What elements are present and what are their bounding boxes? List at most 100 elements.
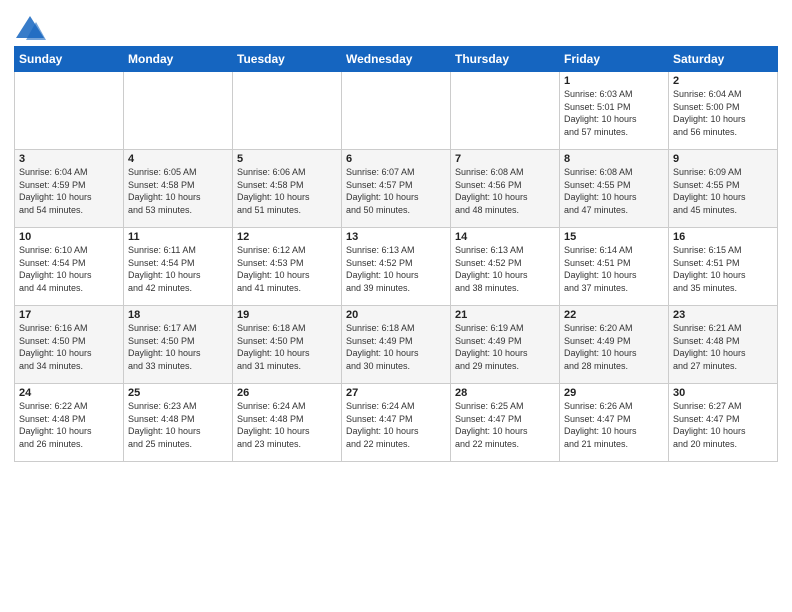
calendar-cell: 5Sunrise: 6:06 AM Sunset: 4:58 PM Daylig… (233, 150, 342, 228)
day-info: Sunrise: 6:08 AM Sunset: 4:56 PM Dayligh… (455, 166, 555, 216)
calendar-cell (342, 72, 451, 150)
calendar-cell: 19Sunrise: 6:18 AM Sunset: 4:50 PM Dayli… (233, 306, 342, 384)
calendar-cell: 29Sunrise: 6:26 AM Sunset: 4:47 PM Dayli… (560, 384, 669, 462)
page-container: SundayMondayTuesdayWednesdayThursdayFrid… (0, 0, 792, 470)
day-number: 22 (564, 309, 664, 321)
day-number: 28 (455, 387, 555, 399)
weekday-header-tuesday: Tuesday (233, 47, 342, 72)
calendar-cell: 25Sunrise: 6:23 AM Sunset: 4:48 PM Dayli… (124, 384, 233, 462)
day-info: Sunrise: 6:19 AM Sunset: 4:49 PM Dayligh… (455, 322, 555, 372)
day-info: Sunrise: 6:06 AM Sunset: 4:58 PM Dayligh… (237, 166, 337, 216)
day-info: Sunrise: 6:05 AM Sunset: 4:58 PM Dayligh… (128, 166, 228, 216)
day-info: Sunrise: 6:09 AM Sunset: 4:55 PM Dayligh… (673, 166, 773, 216)
week-row-5: 24Sunrise: 6:22 AM Sunset: 4:48 PM Dayli… (15, 384, 778, 462)
day-number: 26 (237, 387, 337, 399)
day-number: 6 (346, 153, 446, 165)
day-info: Sunrise: 6:04 AM Sunset: 5:00 PM Dayligh… (673, 88, 773, 138)
calendar-cell (233, 72, 342, 150)
day-info: Sunrise: 6:10 AM Sunset: 4:54 PM Dayligh… (19, 244, 119, 294)
calendar-cell: 22Sunrise: 6:20 AM Sunset: 4:49 PM Dayli… (560, 306, 669, 384)
week-row-2: 3Sunrise: 6:04 AM Sunset: 4:59 PM Daylig… (15, 150, 778, 228)
day-info: Sunrise: 6:03 AM Sunset: 5:01 PM Dayligh… (564, 88, 664, 138)
day-info: Sunrise: 6:13 AM Sunset: 4:52 PM Dayligh… (346, 244, 446, 294)
day-info: Sunrise: 6:24 AM Sunset: 4:47 PM Dayligh… (346, 400, 446, 450)
week-row-1: 1Sunrise: 6:03 AM Sunset: 5:01 PM Daylig… (15, 72, 778, 150)
calendar-cell: 1Sunrise: 6:03 AM Sunset: 5:01 PM Daylig… (560, 72, 669, 150)
calendar-cell: 11Sunrise: 6:11 AM Sunset: 4:54 PM Dayli… (124, 228, 233, 306)
calendar-cell: 28Sunrise: 6:25 AM Sunset: 4:47 PM Dayli… (451, 384, 560, 462)
weekday-header-sunday: Sunday (15, 47, 124, 72)
weekday-header-thursday: Thursday (451, 47, 560, 72)
calendar-cell: 6Sunrise: 6:07 AM Sunset: 4:57 PM Daylig… (342, 150, 451, 228)
calendar-cell: 27Sunrise: 6:24 AM Sunset: 4:47 PM Dayli… (342, 384, 451, 462)
day-number: 12 (237, 231, 337, 243)
header (14, 10, 778, 42)
calendar-cell: 16Sunrise: 6:15 AM Sunset: 4:51 PM Dayli… (669, 228, 778, 306)
weekday-header-friday: Friday (560, 47, 669, 72)
calendar-cell: 21Sunrise: 6:19 AM Sunset: 4:49 PM Dayli… (451, 306, 560, 384)
calendar-cell: 2Sunrise: 6:04 AM Sunset: 5:00 PM Daylig… (669, 72, 778, 150)
calendar-cell: 7Sunrise: 6:08 AM Sunset: 4:56 PM Daylig… (451, 150, 560, 228)
calendar-cell (15, 72, 124, 150)
calendar-cell (124, 72, 233, 150)
day-number: 8 (564, 153, 664, 165)
calendar-cell: 14Sunrise: 6:13 AM Sunset: 4:52 PM Dayli… (451, 228, 560, 306)
calendar-cell: 24Sunrise: 6:22 AM Sunset: 4:48 PM Dayli… (15, 384, 124, 462)
day-info: Sunrise: 6:22 AM Sunset: 4:48 PM Dayligh… (19, 400, 119, 450)
day-number: 9 (673, 153, 773, 165)
day-number: 13 (346, 231, 446, 243)
day-info: Sunrise: 6:16 AM Sunset: 4:50 PM Dayligh… (19, 322, 119, 372)
day-number: 27 (346, 387, 446, 399)
day-number: 2 (673, 75, 773, 87)
day-number: 1 (564, 75, 664, 87)
day-number: 10 (19, 231, 119, 243)
weekday-header-row: SundayMondayTuesdayWednesdayThursdayFrid… (15, 47, 778, 72)
day-number: 24 (19, 387, 119, 399)
day-info: Sunrise: 6:26 AM Sunset: 4:47 PM Dayligh… (564, 400, 664, 450)
day-info: Sunrise: 6:20 AM Sunset: 4:49 PM Dayligh… (564, 322, 664, 372)
calendar-cell: 3Sunrise: 6:04 AM Sunset: 4:59 PM Daylig… (15, 150, 124, 228)
day-number: 30 (673, 387, 773, 399)
day-info: Sunrise: 6:07 AM Sunset: 4:57 PM Dayligh… (346, 166, 446, 216)
day-number: 7 (455, 153, 555, 165)
day-info: Sunrise: 6:23 AM Sunset: 4:48 PM Dayligh… (128, 400, 228, 450)
logo (14, 14, 50, 42)
calendar-cell: 30Sunrise: 6:27 AM Sunset: 4:47 PM Dayli… (669, 384, 778, 462)
day-info: Sunrise: 6:13 AM Sunset: 4:52 PM Dayligh… (455, 244, 555, 294)
day-number: 5 (237, 153, 337, 165)
day-info: Sunrise: 6:18 AM Sunset: 4:49 PM Dayligh… (346, 322, 446, 372)
calendar-table: SundayMondayTuesdayWednesdayThursdayFrid… (14, 46, 778, 462)
day-number: 4 (128, 153, 228, 165)
calendar-cell: 4Sunrise: 6:05 AM Sunset: 4:58 PM Daylig… (124, 150, 233, 228)
weekday-header-saturday: Saturday (669, 47, 778, 72)
day-info: Sunrise: 6:17 AM Sunset: 4:50 PM Dayligh… (128, 322, 228, 372)
weekday-header-wednesday: Wednesday (342, 47, 451, 72)
calendar-cell: 17Sunrise: 6:16 AM Sunset: 4:50 PM Dayli… (15, 306, 124, 384)
day-number: 11 (128, 231, 228, 243)
calendar-cell: 8Sunrise: 6:08 AM Sunset: 4:55 PM Daylig… (560, 150, 669, 228)
day-info: Sunrise: 6:15 AM Sunset: 4:51 PM Dayligh… (673, 244, 773, 294)
day-info: Sunrise: 6:11 AM Sunset: 4:54 PM Dayligh… (128, 244, 228, 294)
day-number: 14 (455, 231, 555, 243)
weekday-header-monday: Monday (124, 47, 233, 72)
day-info: Sunrise: 6:12 AM Sunset: 4:53 PM Dayligh… (237, 244, 337, 294)
day-number: 25 (128, 387, 228, 399)
day-number: 29 (564, 387, 664, 399)
day-number: 16 (673, 231, 773, 243)
day-info: Sunrise: 6:21 AM Sunset: 4:48 PM Dayligh… (673, 322, 773, 372)
day-info: Sunrise: 6:08 AM Sunset: 4:55 PM Dayligh… (564, 166, 664, 216)
day-info: Sunrise: 6:14 AM Sunset: 4:51 PM Dayligh… (564, 244, 664, 294)
calendar-cell: 10Sunrise: 6:10 AM Sunset: 4:54 PM Dayli… (15, 228, 124, 306)
day-number: 15 (564, 231, 664, 243)
day-number: 3 (19, 153, 119, 165)
day-info: Sunrise: 6:18 AM Sunset: 4:50 PM Dayligh… (237, 322, 337, 372)
calendar-cell: 9Sunrise: 6:09 AM Sunset: 4:55 PM Daylig… (669, 150, 778, 228)
calendar-cell: 18Sunrise: 6:17 AM Sunset: 4:50 PM Dayli… (124, 306, 233, 384)
calendar-cell: 13Sunrise: 6:13 AM Sunset: 4:52 PM Dayli… (342, 228, 451, 306)
day-info: Sunrise: 6:25 AM Sunset: 4:47 PM Dayligh… (455, 400, 555, 450)
day-info: Sunrise: 6:27 AM Sunset: 4:47 PM Dayligh… (673, 400, 773, 450)
day-number: 21 (455, 309, 555, 321)
calendar-cell: 12Sunrise: 6:12 AM Sunset: 4:53 PM Dayli… (233, 228, 342, 306)
calendar-cell (451, 72, 560, 150)
week-row-4: 17Sunrise: 6:16 AM Sunset: 4:50 PM Dayli… (15, 306, 778, 384)
